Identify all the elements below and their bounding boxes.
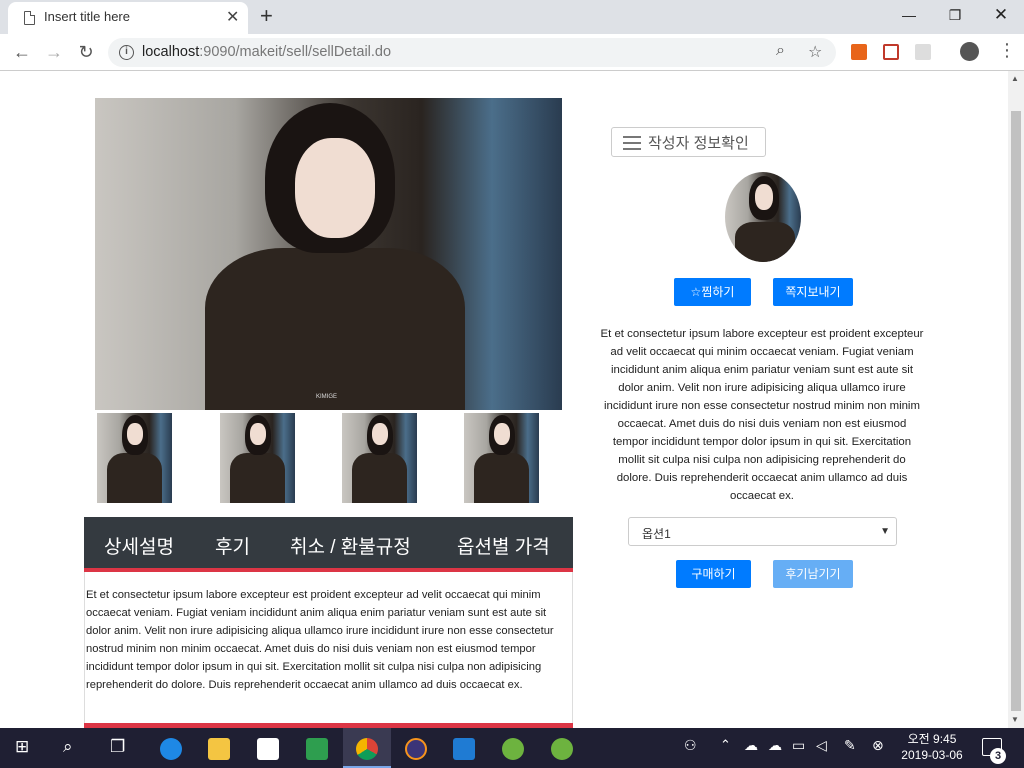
extension-icon[interactable]	[851, 44, 867, 60]
notification-count: 3	[990, 748, 1006, 764]
chrome-icon[interactable]	[356, 738, 378, 760]
chevron-down-icon: ▼	[880, 526, 890, 537]
tab-refund-policy[interactable]: 취소 / 환불규정	[290, 532, 411, 559]
forward-icon[interactable]: →	[42, 40, 66, 64]
browser-tab[interactable]: Insert title here ✕	[8, 2, 248, 34]
spring-icon[interactable]	[551, 738, 573, 760]
scroll-down-icon[interactable]: ▼	[1011, 715, 1019, 724]
volume-icon[interactable]: ◁	[816, 737, 827, 754]
restore-icon[interactable]: ❐	[932, 0, 978, 30]
extension-icon[interactable]	[915, 44, 931, 60]
task-view-icon[interactable]: ❐	[110, 737, 125, 757]
seller-info-button[interactable]: 작성자 정보확인	[611, 127, 766, 157]
buy-button[interactable]: 구매하기	[676, 560, 751, 588]
windows-start-icon[interactable]: ⊞	[15, 737, 29, 757]
eclipse-icon[interactable]	[405, 738, 427, 760]
scroll-up-icon[interactable]: ▲	[1011, 74, 1019, 83]
pen-icon[interactable]: ✎	[844, 737, 856, 754]
mail-icon[interactable]	[257, 738, 279, 760]
taskbar-clock[interactable]: 오전 9:45 2019-03-06	[896, 731, 968, 763]
file-explorer-icon[interactable]	[208, 738, 230, 760]
url-text[interactable]: localhost:9090/makeit/sell/sellDetail.do	[142, 44, 391, 60]
page-viewport: KIMIGE 상세설명 후기 취소 / 환불규정 옵션별 가격 Et et co…	[0, 71, 1008, 728]
spring-icon[interactable]	[502, 738, 524, 760]
extension-icon[interactable]	[883, 44, 899, 60]
info-icon[interactable]: i	[119, 45, 134, 60]
seller-avatar	[725, 172, 801, 262]
write-review-button[interactable]: 후기남기기	[773, 560, 853, 588]
browser-titlebar: Insert title here ✕ + — ❐ ✕	[0, 0, 1024, 34]
watermark: KIMIGE	[316, 394, 338, 400]
browser-toolbar: ← → ↻ i localhost:9090/makeit/sell/sellD…	[0, 34, 1024, 71]
option-select[interactable]: 옵션1 ▼	[628, 517, 897, 546]
thumbnail-1[interactable]	[97, 413, 172, 503]
vscode-icon[interactable]	[453, 738, 475, 760]
zoom-icon[interactable]: ⌕	[776, 42, 785, 60]
back-icon[interactable]: ←	[10, 40, 34, 64]
star-icon: ☆	[690, 285, 702, 299]
tab-detail-description[interactable]: 상세설명	[104, 532, 174, 559]
reload-icon[interactable]: ↻	[74, 40, 98, 64]
thumbnail-2[interactable]	[220, 413, 295, 503]
tab-title: Insert title here	[44, 9, 130, 24]
wish-button-label: 찜하기	[701, 285, 735, 299]
tab-reviews[interactable]: 후기	[215, 532, 250, 559]
page-scrollbar[interactable]: ▲ ▼	[1008, 71, 1024, 728]
thumbnail-4[interactable]	[464, 413, 539, 503]
address-bar[interactable]: i localhost:9090/makeit/sell/sellDetail.…	[108, 38, 836, 67]
clock-date: 2019-03-06	[901, 748, 963, 762]
close-circle-icon[interactable]: ⊗	[872, 737, 884, 754]
search-icon[interactable]: ⌕	[63, 737, 73, 757]
onedrive-icon[interactable]: ☁	[744, 737, 758, 754]
edge-icon[interactable]	[160, 738, 182, 760]
menu-icon[interactable]: ⋮	[998, 40, 1016, 61]
cloud-icon[interactable]: ☁	[768, 737, 782, 754]
thumbnail-3[interactable]	[342, 413, 417, 503]
seller-bio: Et et consectetur ipsum labore excepteur…	[600, 328, 924, 502]
hamburger-icon	[623, 136, 641, 150]
bookmark-star-icon[interactable]: ☆	[808, 42, 822, 62]
network-icon[interactable]: ▭	[792, 737, 805, 754]
profile-icon[interactable]	[960, 42, 979, 61]
new-tab-icon[interactable]: +	[260, 3, 273, 29]
send-message-button[interactable]: 쪽지보내기	[773, 278, 853, 306]
minimize-icon[interactable]: —	[886, 0, 932, 30]
description-text: Et et consectetur ipsum labore excepteur…	[86, 589, 554, 691]
info-tab-bar: 상세설명 후기 취소 / 환불규정 옵션별 가격	[84, 517, 573, 572]
close-window-icon[interactable]: ✕	[978, 0, 1024, 30]
close-tab-icon[interactable]: ✕	[226, 7, 239, 27]
description-panel: Et et consectetur ipsum labore excepteur…	[84, 572, 573, 726]
main-product-image: KIMIGE	[95, 98, 562, 410]
clock-time: 오전 9:45	[907, 732, 957, 746]
store-icon[interactable]	[306, 738, 328, 760]
scroll-thumb[interactable]	[1011, 111, 1021, 711]
wish-button[interactable]: ☆찜하기	[674, 278, 751, 306]
tab-option-prices[interactable]: 옵션별 가격	[457, 532, 550, 559]
people-icon[interactable]: ⚇	[684, 737, 697, 754]
chevron-up-icon[interactable]: ⌃	[720, 737, 731, 753]
option-selected-value: 옵션1	[642, 527, 671, 541]
document-icon	[24, 11, 35, 25]
seller-info-label: 작성자 정보확인	[648, 135, 749, 152]
windows-taskbar: ⊞ ⌕ ❐ ⚇ ⌃ ☁ ☁ ▭ ◁ ✎ ⊗ 오전 9:45 2019-03-06…	[0, 728, 1024, 768]
